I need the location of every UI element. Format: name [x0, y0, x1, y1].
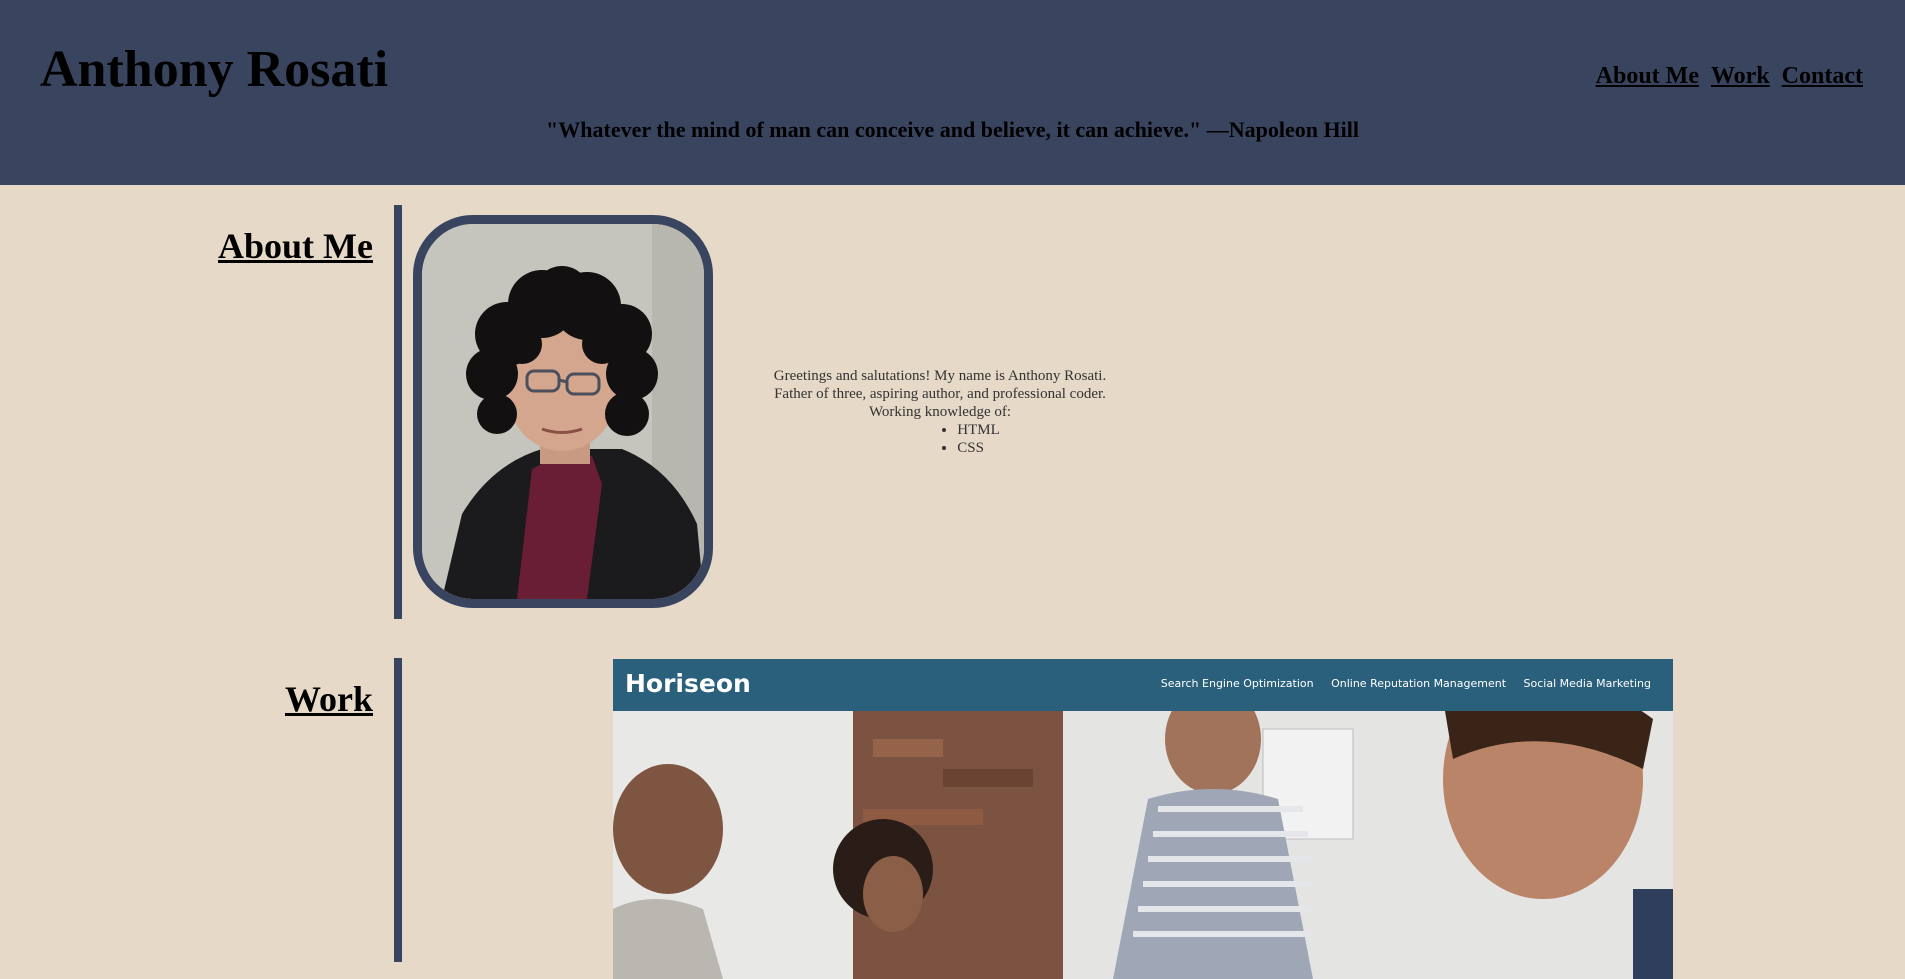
- work-divider: [394, 658, 402, 962]
- about-intro-line-3: Working knowledge of:: [868, 404, 1012, 420]
- header-quote: "Whatever the mind of man can conceive a…: [546, 117, 1359, 142]
- work-heading[interactable]: Work: [285, 678, 373, 720]
- main-nav: About Me Work Contact: [1590, 63, 1863, 90]
- nav-link-work[interactable]: Work: [1711, 63, 1770, 89]
- nav-link-contact[interactable]: Contact: [1782, 63, 1863, 89]
- horiseon-nav-item: Social Media Marketing: [1523, 677, 1651, 690]
- horiseon-header: Horiseon Search Engine Optimization Onli…: [613, 659, 1673, 711]
- about-heading[interactable]: About Me: [218, 225, 373, 267]
- skills-list: HTML CSS: [880, 421, 1000, 457]
- horiseon-nav: Search Engine Optimization Online Reputa…: [1147, 677, 1651, 690]
- skill-item: CSS: [957, 439, 1000, 457]
- site-title: Anthony Rosati: [40, 41, 389, 98]
- horiseon-logo: Horiseon: [625, 669, 751, 698]
- work-project-screenshot[interactable]: Horiseon Search Engine Optimization Onli…: [613, 659, 1673, 979]
- site-header: Anthony Rosati About Me Work Contact "Wh…: [0, 0, 1905, 185]
- nav-link-about-me[interactable]: About Me: [1596, 63, 1699, 89]
- about-intro-line-1: Greetings and salutations! My name is An…: [773, 368, 1107, 384]
- profile-photo-image: [422, 224, 704, 599]
- profile-photo: [413, 215, 713, 608]
- about-intro-line-2: Father of three, aspiring author, and pr…: [774, 386, 1106, 402]
- horiseon-nav-item: Online Reputation Management: [1331, 677, 1507, 690]
- horiseon-nav-item: Search Engine Optimization: [1160, 677, 1314, 690]
- about-text: Greetings and salutations! My name is An…: [740, 367, 1140, 457]
- about-divider: [394, 205, 402, 619]
- skill-item: HTML: [957, 421, 1000, 439]
